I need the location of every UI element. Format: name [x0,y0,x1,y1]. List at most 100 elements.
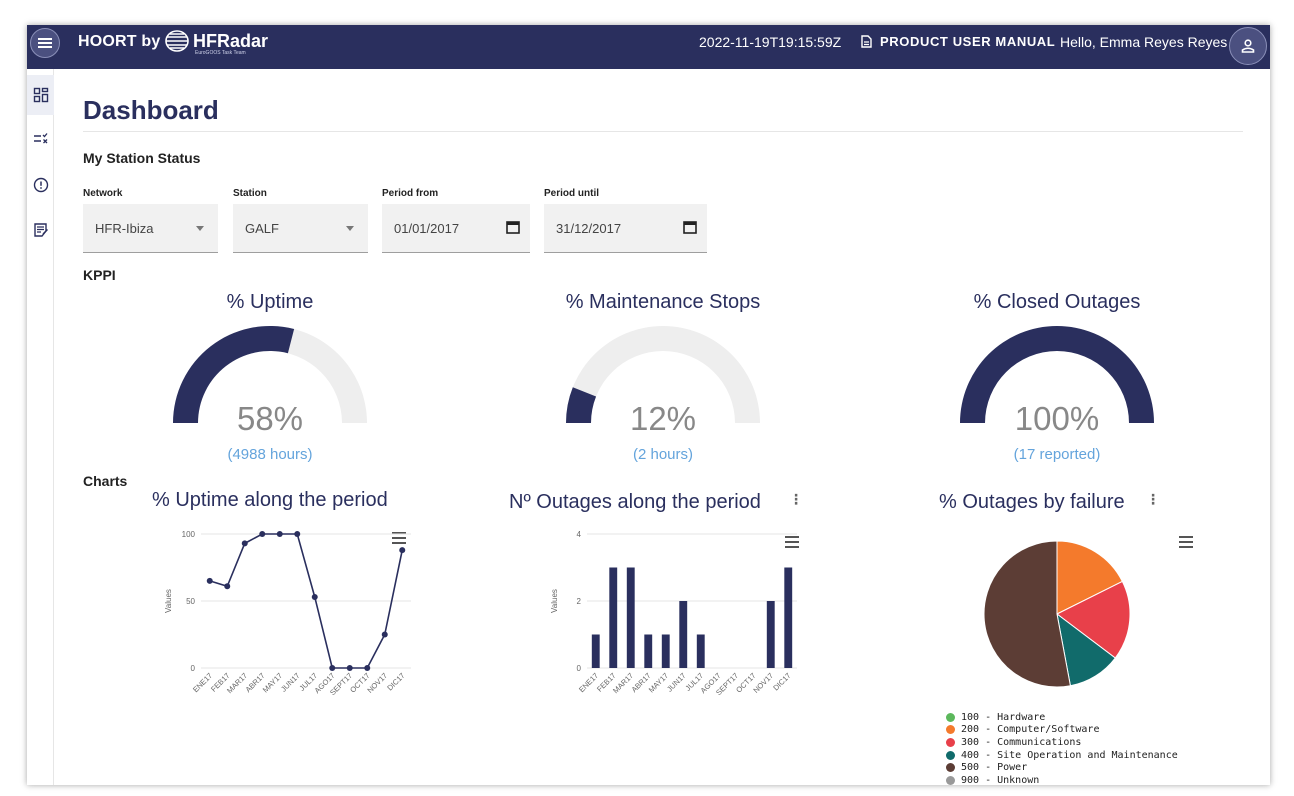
data-point[interactable] [241,540,248,547]
bar[interactable] [784,567,793,669]
data-point[interactable] [294,531,301,537]
checklist-icon [33,133,47,144]
sidebar-item-checklist[interactable] [27,119,54,159]
title-divider [83,131,1243,132]
uptime-chart-title: % Uptime along the period [152,489,388,511]
hfradar-logo[interactable]: HFRadar EuroGOOS Task Team [164,29,269,56]
chevron-down-icon [196,226,204,231]
bar[interactable] [644,634,653,669]
legend-marker [946,712,955,722]
maintenance-value: 12% [629,400,697,437]
app-window: HOORT by HFRadar EuroGOOS Task Team 2022… [27,25,1270,785]
network-value: HFR-Ibiza [95,220,154,236]
maintenance-detail: (2 hours) [632,446,694,463]
x-tick-label: DIC17 [771,671,792,692]
network-label: Network [83,188,123,199]
outages-chart-title: Nº Outages along the period [509,491,761,513]
legend-marker [946,763,955,773]
period-from-input[interactable]: 01/01/2017 [382,204,530,253]
period-until-label: Period until [544,188,599,199]
data-point[interactable] [364,665,371,671]
data-point[interactable] [224,583,231,590]
bar[interactable] [626,567,635,669]
data-point[interactable] [206,577,213,584]
user-account-button[interactable] [1229,27,1267,65]
bar[interactable] [591,634,600,669]
legend-marker [946,750,955,760]
kpi-title-uptime: % Uptime [226,291,314,313]
bar[interactable] [766,601,775,668]
report-icon [33,223,48,237]
data-point[interactable] [346,665,353,671]
y-tick-label: 50 [186,597,195,606]
station-label: Station [233,188,267,199]
y-tick-label: 0 [577,664,582,673]
x-tick-label: JUN17 [279,671,302,694]
sidebar-item-alerts[interactable] [27,165,54,205]
data-point[interactable] [329,665,336,671]
kpi-title-closed-outages: % Closed Outages [973,291,1141,313]
legend-item[interactable]: 300 - Communications [946,736,1178,749]
legend-marker [946,775,955,785]
user-icon [1241,39,1255,53]
y-tick-label: 2 [577,597,582,606]
uptime-value: 58% [236,400,304,437]
y-axis-label: Values [164,589,173,613]
closed-outages-value: 100% [1014,400,1100,437]
legend-item[interactable]: 900 - Unknown [946,774,1178,785]
data-point[interactable] [399,547,406,554]
page-title: Dashboard [83,95,219,125]
network-select[interactable]: HFR-Ibiza [83,204,218,253]
y-tick-label: 100 [182,530,196,539]
alert-circle-icon [33,177,48,193]
globe-icon [165,30,189,52]
x-tick-label: NOV17 [365,671,389,695]
menu-button[interactable] [30,28,60,58]
app-title: HOORT by [78,33,161,50]
station-status-heading: My Station Status [83,150,201,166]
calendar-icon[interactable] [683,220,697,234]
user-greeting: Hello, Emma Reyes Reyes [1060,34,1228,50]
kppi-heading: KPPI [83,267,116,283]
calendar-icon[interactable] [506,220,520,234]
legend-item[interactable]: 400 - Site Operation and Maintenance [946,749,1178,762]
sidebar-item-reports[interactable] [27,210,54,250]
legend-label: 100 - Hardware [961,711,1046,723]
data-point[interactable] [276,531,283,537]
station-select[interactable]: GALF [233,204,368,253]
manual-label: PRODUCT USER MANUAL [880,34,1056,49]
chart-menu-icon[interactable] [1179,536,1193,548]
period-until-input[interactable]: 31/12/2017 [544,204,707,253]
product-manual-link[interactable]: PRODUCT USER MANUAL [861,34,1055,49]
station-value: GALF [245,220,279,236]
y-tick-label: 4 [577,530,582,539]
legend-label: 400 - Site Operation and Maintenance [961,749,1178,761]
hamburger-icon [38,38,52,48]
legend-marker [946,725,955,735]
bar[interactable] [679,601,688,668]
x-tick-label: ENE17 [577,671,600,694]
legend-marker [946,737,955,747]
sidebar-item-dashboard[interactable] [27,75,54,115]
more-vert-icon[interactable]: ⋮ [1146,491,1160,508]
data-point[interactable] [381,631,388,638]
legend-label: 300 - Communications [961,736,1082,748]
uptime-line-chart: 050100ValuesENE17FEB17MAR17ABR17MAY17JUN… [164,530,411,697]
outages-bar-chart: 024ValuesENE17FEB17MAR17ABR17MAY17JUN17J… [550,530,797,697]
legend-item[interactable]: 500 - Power [946,761,1178,774]
uptime-detail: (4988 hours) [227,446,313,463]
data-point[interactable] [311,593,318,600]
logo-text: HFRadar [193,31,269,51]
logo-subtitle: EuroGOOS Task Team [195,50,246,56]
data-point[interactable] [259,531,266,537]
pie-slice[interactable] [983,540,1071,688]
more-vert-icon[interactable]: ⋮ [789,491,803,508]
period-until-value: 31/12/2017 [556,220,622,236]
x-tick-label: NOV17 [751,671,775,695]
legend-item[interactable]: 200 - Computer/Software [946,724,1178,737]
legend-item[interactable]: 100 - Hardware [946,711,1178,724]
bar[interactable] [609,567,618,669]
document-icon [861,35,872,48]
bar[interactable] [661,634,670,669]
bar[interactable] [696,634,705,669]
